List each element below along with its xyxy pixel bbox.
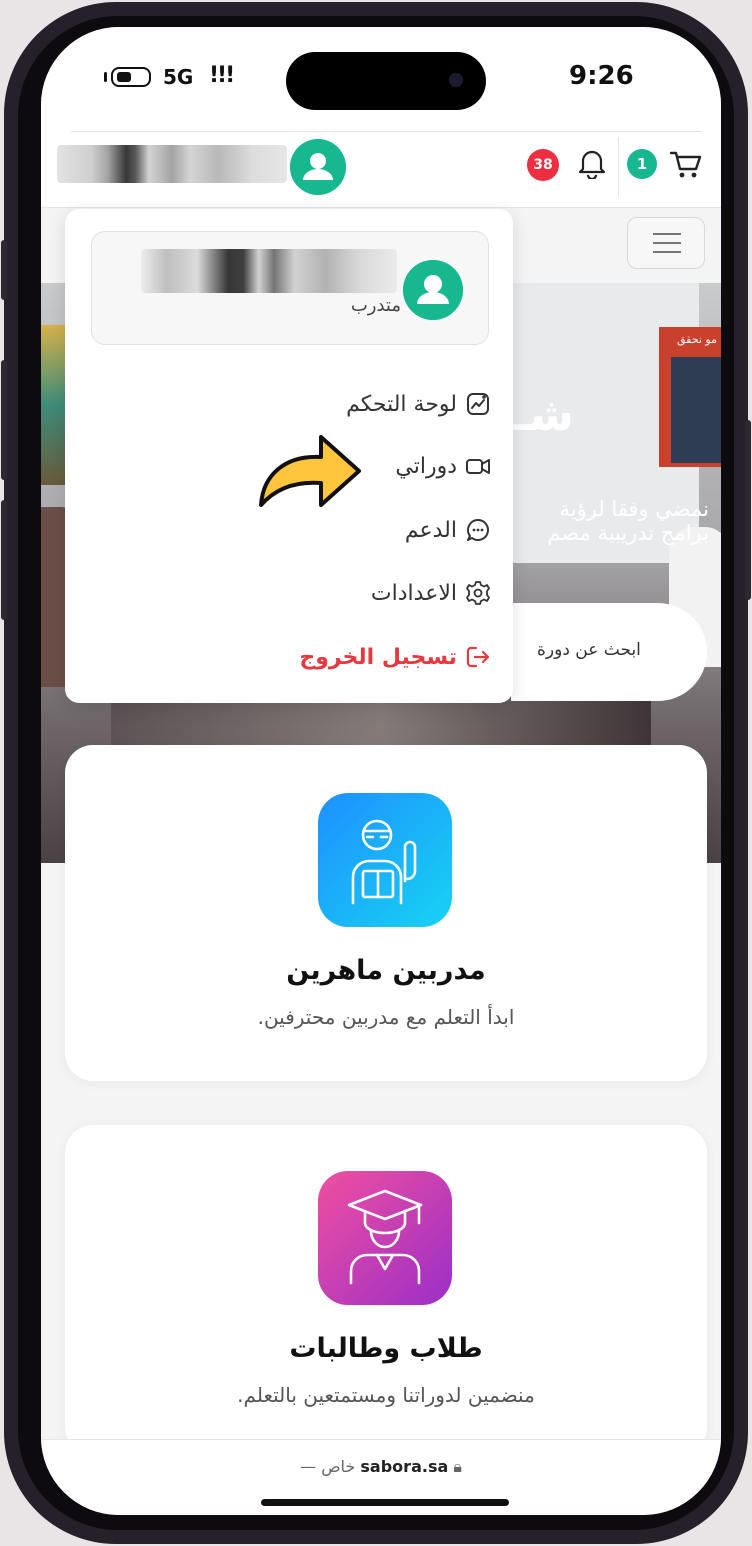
battery-tip (104, 72, 107, 82)
battery-level (117, 72, 131, 82)
phone-screen: 5G !!! 9:26 1 38 مو نحقق شـ نمضي وفقا لر… (41, 27, 721, 1515)
search-placeholder: ابحث عن دورة (537, 640, 641, 660)
feature-subtitle-trainers: ابدأ التعلم مع مدربين محترفين. (257, 1005, 515, 1029)
logout-icon (466, 646, 490, 668)
hero-text: نمضي وفقا لرؤية برامج تدريبية مصم (499, 497, 709, 545)
user-name-redacted (57, 145, 287, 183)
action-button (1, 240, 7, 300)
bell-icon[interactable] (577, 147, 607, 179)
user-avatar[interactable] (290, 139, 346, 195)
menu-item-label: تسجيل الخروج (299, 644, 457, 670)
menu-icon-line3 (653, 251, 681, 253)
menu-item-label: دوراتي (395, 453, 457, 479)
gear-icon (466, 581, 490, 605)
feature-title-students: طلاب وطالبات (289, 1333, 483, 1364)
camera-lens (449, 73, 463, 87)
volume-up-button (1, 360, 7, 480)
chat-icon (467, 519, 489, 541)
menu-item-label: لوحة التحكم (346, 391, 457, 417)
header-divider (71, 131, 701, 132)
cart-count-badge: 1 (627, 149, 657, 179)
battery-icon (111, 67, 151, 87)
power-button (745, 420, 751, 600)
menu-item-my-courses[interactable]: دوراتي (395, 446, 491, 486)
network-type: 5G (163, 65, 194, 89)
domain-text: sabora.sa (360, 1457, 449, 1476)
profile-avatar (403, 260, 463, 320)
hero-poster-figures (671, 357, 721, 463)
menu-item-dashboard[interactable]: لوحة التحكم (346, 384, 491, 424)
status-time: 9:26 (569, 61, 634, 91)
signal-icon: !!! (209, 63, 235, 88)
cart-icon[interactable] (669, 147, 703, 181)
feature-title-trainers: مدربين ماهرين (286, 955, 486, 986)
poster-text: مو نحقق (677, 333, 717, 346)
header-separator (618, 137, 619, 197)
feature-subtitle-students: منضمين لدوراتنا ومستمتعين بالتعلم. (237, 1383, 535, 1407)
menu-icon-line2 (653, 242, 681, 244)
dashboard-icon (467, 393, 489, 415)
menu-item-label: الدعم (404, 517, 457, 543)
menu-item-logout[interactable]: تسجيل الخروج (299, 637, 491, 677)
notification-count-badge: 38 (527, 149, 559, 181)
menu-item-label: الاعدادات (370, 580, 457, 606)
user-role: متدرب (350, 295, 401, 316)
video-icon (466, 459, 490, 474)
browser-url: — خاص sabora.sa 🔒︎ (41, 1457, 721, 1477)
trainer-icon (351, 819, 417, 905)
menu-item-settings[interactable]: الاعدادات (371, 573, 491, 613)
menu-item-support[interactable]: الدعم (405, 510, 491, 550)
private-label: — خاص (300, 1457, 356, 1476)
menu-icon (653, 233, 681, 235)
hero-heading: شـ (513, 387, 574, 441)
graduate-icon (347, 1189, 423, 1285)
hero-text-line1: نمضي وفقا لرؤية (559, 497, 709, 521)
pointer-arrow-icon (259, 435, 361, 507)
hero-text-line2: برامج تدريبية مصم (547, 521, 709, 545)
lock-icon: 🔒︎ (453, 1457, 462, 1476)
home-indicator[interactable] (261, 1499, 509, 1506)
volume-down-button (1, 500, 7, 620)
user-full-name-redacted (141, 249, 397, 293)
